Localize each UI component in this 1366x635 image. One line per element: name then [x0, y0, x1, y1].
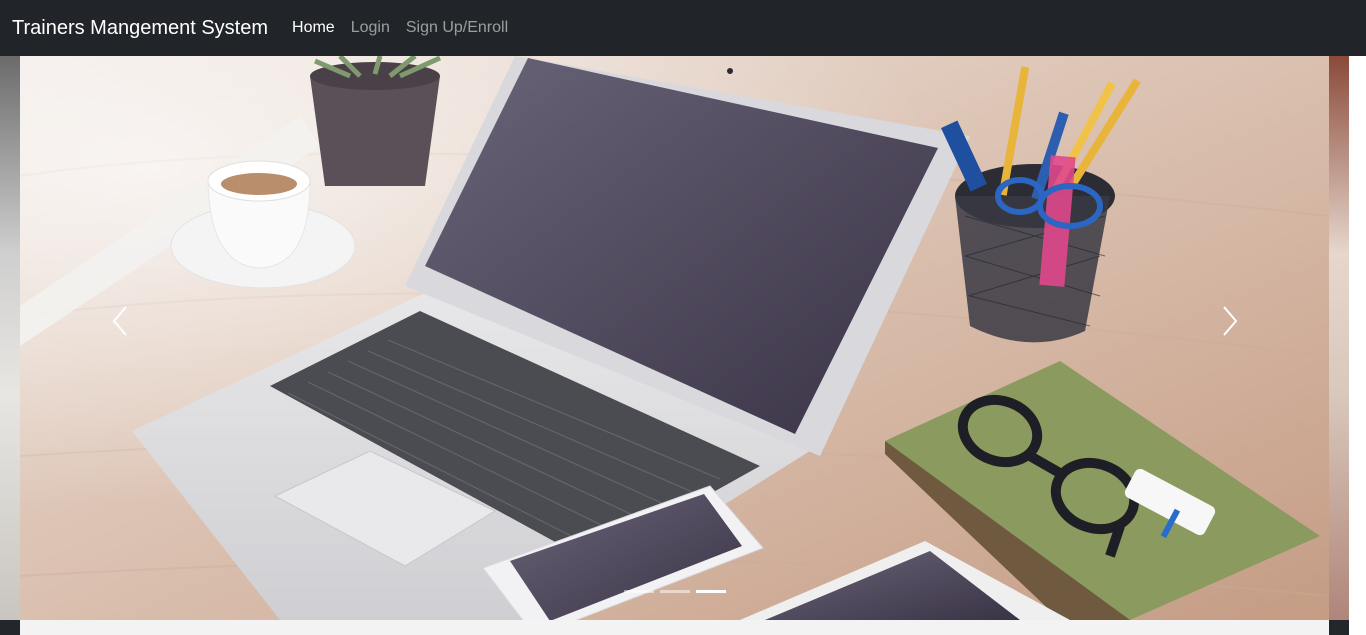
page-margin	[1349, 56, 1366, 635]
nav-link-login[interactable]: Login	[351, 19, 390, 37]
previous-slide-peek	[0, 56, 20, 620]
brand-title[interactable]: Trainers Mangement System	[12, 17, 268, 40]
nav-link-signup-enroll[interactable]: Sign Up/Enroll	[406, 19, 508, 37]
carousel-prev-button[interactable]	[100, 296, 140, 346]
hero-carousel	[0, 56, 1366, 635]
carousel-indicator-1[interactable]	[624, 590, 654, 593]
carousel-next-button[interactable]	[1210, 296, 1250, 346]
chevron-right-icon	[1223, 306, 1238, 336]
carousel-indicator-3[interactable]	[696, 590, 726, 593]
content-strip	[20, 620, 1329, 635]
carousel-indicator-2[interactable]	[660, 590, 690, 593]
carousel-indicators	[624, 590, 726, 593]
chevron-left-icon	[112, 306, 127, 336]
navbar: Trainers Mangement System Home Login Sig…	[0, 0, 1366, 56]
carousel-slide-image	[20, 56, 1329, 620]
nav-link-home[interactable]: Home	[292, 19, 335, 37]
desk-workspace-image	[20, 56, 1329, 620]
next-slide-peek	[1329, 56, 1349, 620]
